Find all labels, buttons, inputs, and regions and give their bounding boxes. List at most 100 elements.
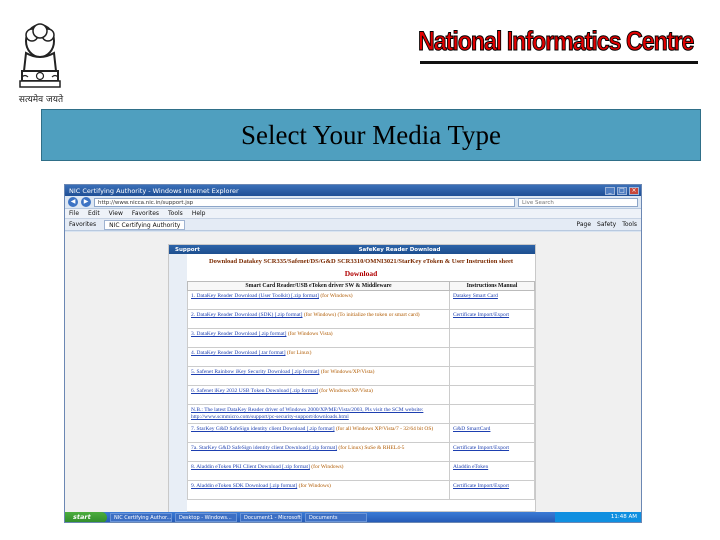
manual-cell <box>449 385 535 405</box>
tools-menu[interactable]: Tools <box>622 221 637 228</box>
download-link[interactable]: 7a. StarKey G&D SafeSign identity client… <box>191 445 337 451</box>
table-row: 1. DataKey Reader Download (User Toolkit… <box>187 290 535 310</box>
search-input[interactable]: Live Search <box>518 197 638 207</box>
manual-link[interactable]: Certificate Import/Export <box>453 312 531 319</box>
menu-edit[interactable]: Edit <box>88 210 100 217</box>
title-banner: Select Your Media Type <box>41 109 701 161</box>
manual-cell: Certificate Import/Export <box>449 309 535 329</box>
banner-title: Select Your Media Type <box>240 119 502 150</box>
driver-cell: 6. Safenet iKey 2032 USB Token Download … <box>187 385 450 405</box>
platform-note: (for Windows Vista) <box>287 331 333 337</box>
close-icon[interactable]: × <box>629 186 639 195</box>
platform-note: (for Windows) <box>298 483 331 489</box>
driver-cell: N.B.: The latest DataKey Reader driver o… <box>187 404 450 424</box>
menu-view[interactable]: View <box>109 210 123 217</box>
menu-help[interactable]: Help <box>192 210 206 217</box>
minimize-icon[interactable]: _ <box>605 186 615 195</box>
download-link[interactable]: 8. Aladdin eToken PKI Client Download [.… <box>191 464 310 470</box>
table-row: 7a. StarKey G&D SafeSign identity client… <box>187 442 535 462</box>
platform-note: (for all Windows XP/Vista/7 - 32/64 bit … <box>335 426 434 432</box>
platform-note: (for Windows) (To initialize the token o… <box>303 312 420 318</box>
manual-cell: G&D SmartCard <box>449 423 535 443</box>
platform-note: (for Linux) SuSe & RHEL4-5 <box>338 445 405 451</box>
manual-link[interactable]: Certificate Import/Export <box>453 445 531 452</box>
driver-cell: 9. Aladdin eToken SDK Download [.zip for… <box>187 480 450 500</box>
manual-link[interactable]: G&D SmartCard <box>453 426 531 433</box>
taskbar-item[interactable]: Desktop - Windows... <box>175 513 237 522</box>
driver-cell: 8. Aladdin eToken PKI Client Download [.… <box>187 461 450 481</box>
table-row: N.B.: The latest DataKey Reader driver o… <box>187 404 535 424</box>
manual-cell: Certificate Import/Export <box>449 442 535 462</box>
download-link[interactable]: 1. DataKey Reader Download (User Toolkit… <box>191 293 319 299</box>
download-link[interactable]: 3. DataKey Reader Download [.zip format] <box>191 331 286 337</box>
platform-note: (for Linux) <box>286 350 312 356</box>
table-header-driver: Smart Card Reader/USB eToken driver SW &… <box>187 281 450 291</box>
download-heading: Download <box>344 269 378 278</box>
driver-cell: 7. StarKey G&D SafeSign identity client … <box>187 423 450 443</box>
manual-cell <box>449 404 535 424</box>
emblem-caption: सत्यमेव जयते <box>18 95 64 105</box>
doc-heading: Download Datakey SCR335/Safenet/DS/G&D S… <box>208 258 514 265</box>
support-header: Support SafeKey Reader Download <box>169 245 535 254</box>
download-link[interactable]: 5. Safenet Rainbow iKey Security Downloa… <box>191 369 319 375</box>
table-row: 2. DataKey Reader Download (SDK) [.zip f… <box>187 309 535 329</box>
download-section: Download Datakey SCR335/Safenet/DS/G&D S… <box>187 258 535 500</box>
forward-icon[interactable]: ▶ <box>81 197 91 207</box>
download-link[interactable]: 6. Safenet iKey 2032 USB Token Download … <box>191 388 318 394</box>
menu-file[interactable]: File <box>69 210 79 217</box>
platform-note: (for Windows) <box>320 293 353 299</box>
platform-note: (for Windows) <box>311 464 344 470</box>
taskbar-item[interactable]: Documents <box>305 513 367 522</box>
driver-cell: 1. DataKey Reader Download (User Toolkit… <box>187 290 450 310</box>
platform-note: (for Windows/XP/Vista) <box>320 369 375 375</box>
driver-cell: 3. DataKey Reader Download [.zip format]… <box>187 328 450 348</box>
table-header-manual: Instructions Manual <box>449 281 535 291</box>
menu-bar: File Edit View Favorites Tools Help <box>65 209 641 219</box>
driver-cell: 4. DataKey Reader Download [.tar format]… <box>187 347 450 367</box>
manual-cell <box>449 328 535 348</box>
manual-link[interactable]: Datakey Smart Card <box>453 293 531 300</box>
browser-window: NIC Certifying Authority - Windows Inter… <box>64 184 642 523</box>
table-row: 5. Safenet Rainbow iKey Security Downloa… <box>187 366 535 386</box>
table-row: 9. Aladdin eToken SDK Download [.zip for… <box>187 480 535 500</box>
address-bar: ◀ ▶ http://www.nicca.nic.in/support.jsp … <box>65 196 641 209</box>
driver-cell: 2. DataKey Reader Download (SDK) [.zip f… <box>187 309 450 329</box>
back-icon[interactable]: ◀ <box>68 197 78 207</box>
driver-cell: 5. Safenet Rainbow iKey Security Downloa… <box>187 366 450 386</box>
page-body: Support SafeKey Reader Download Download… <box>168 244 536 513</box>
menu-tools[interactable]: Tools <box>168 210 183 217</box>
support-label: Support <box>175 246 200 253</box>
taskbar-item[interactable]: NIC Certifying Author... <box>110 513 172 522</box>
maximize-icon[interactable]: □ <box>617 186 627 195</box>
table-row: 8. Aladdin eToken PKI Client Download [.… <box>187 461 535 481</box>
platform-note: (for Windows/XP/Vista) <box>319 388 373 394</box>
start-button[interactable]: start <box>65 512 107 522</box>
left-sidebar <box>169 254 187 513</box>
menu-favorites[interactable]: Favorites <box>132 210 159 217</box>
download-link[interactable]: 2. DataKey Reader Download (SDK) [.zip f… <box>191 312 303 318</box>
taskbar-item[interactable]: Document1 - Microsoft... <box>240 513 302 522</box>
favorites-button[interactable]: Favorites <box>69 221 96 228</box>
manual-cell <box>449 366 535 386</box>
download-link[interactable]: N.B.: The latest DataKey Reader driver o… <box>191 407 423 420</box>
page-header-title: SafeKey Reader Download <box>358 246 441 253</box>
command-bar: Page Safety Tools <box>576 221 641 228</box>
tab-nic-ca[interactable]: NIC Certifying Authority <box>104 219 186 230</box>
table-row: 3. DataKey Reader Download [.zip format]… <box>187 328 535 348</box>
download-link[interactable]: 7. StarKey G&D SafeSign identity client … <box>191 426 335 432</box>
table-row: 4. DataKey Reader Download [.tar format]… <box>187 347 535 367</box>
download-link[interactable]: 9. Aladdin eToken SDK Download [.zip for… <box>191 483 297 489</box>
manual-cell: Certificate Import/Export <box>449 480 535 500</box>
page-menu[interactable]: Page <box>576 221 591 228</box>
page-content: Support SafeKey Reader Download Download… <box>65 232 641 513</box>
manual-cell: Datakey Smart Card <box>449 290 535 310</box>
table-row: 7. StarKey G&D SafeSign identity client … <box>187 423 535 443</box>
window-title: NIC Certifying Authority - Windows Inter… <box>69 186 239 195</box>
manual-link[interactable]: Certificate Import/Export <box>453 483 531 490</box>
driver-cell: 7a. StarKey G&D SafeSign identity client… <box>187 442 450 462</box>
manual-link[interactable]: Aladdin eToken <box>453 464 531 471</box>
safety-menu[interactable]: Safety <box>597 221 616 228</box>
download-link[interactable]: 4. DataKey Reader Download [.tar format] <box>191 350 286 356</box>
manual-cell <box>449 347 535 367</box>
address-input[interactable]: http://www.nicca.nic.in/support.jsp <box>94 197 515 207</box>
